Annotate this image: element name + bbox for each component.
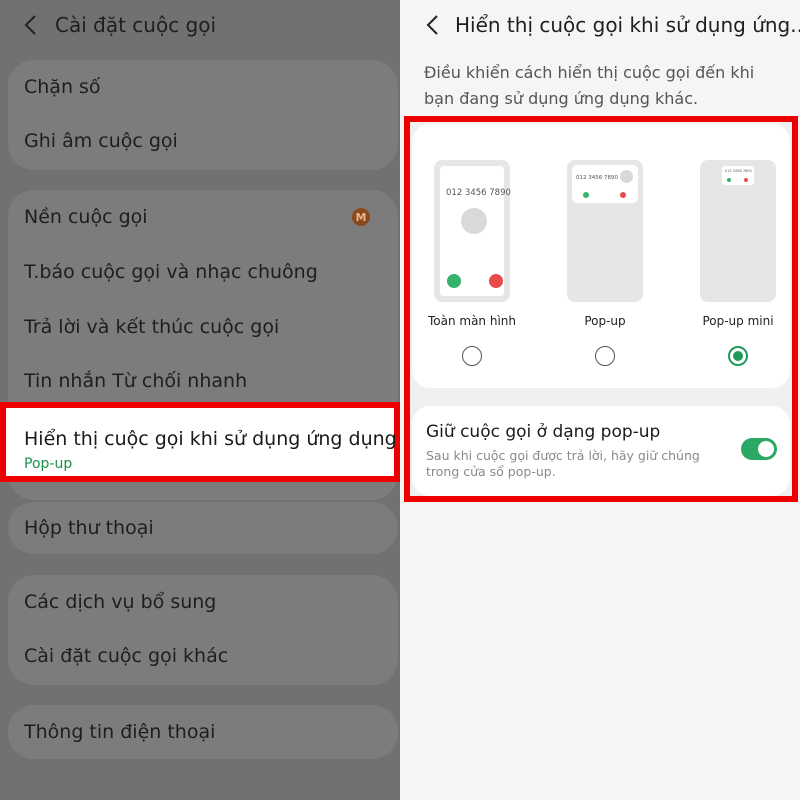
settings-item-ringtone[interactable]: T.báo cuộc gọi và nhạc chuông (24, 245, 382, 299)
caller-number: 012 3456 7890 (725, 169, 752, 173)
caller-number: 012 3456 7890 (576, 175, 618, 181)
right-header: Hiển thị cuộc gọi khi sử dụng ứng... (400, 0, 800, 52)
popup-mini-card: 012 3456 7890 (722, 166, 754, 185)
phone-screen: 012 3456 7890 (440, 166, 511, 296)
option-label-full-screen: Toàn màn hình (427, 314, 517, 328)
settings-item-answer-end[interactable]: Trả lời và kết thúc cuộc gọi (24, 300, 382, 354)
settings-item-call-recording[interactable]: Ghi âm cuộc gọi (24, 114, 382, 168)
left-header: Cài đặt cuộc gọi (0, 0, 400, 50)
display-options-card: 012 3456 7890 012 3456 7890 012 3456 789… (412, 124, 790, 388)
avatar (461, 208, 487, 234)
reject-call-icon (489, 274, 503, 288)
settings-group-1: Chặn số Ghi âm cuộc gọi (8, 60, 398, 170)
avatar (620, 170, 633, 183)
radio-full-screen[interactable] (462, 346, 482, 366)
back-arrow-icon[interactable] (22, 14, 40, 36)
popup-mini-preview[interactable]: 012 3456 7890 (700, 160, 776, 302)
settings-item-other-settings[interactable]: Cài đặt cuộc gọi khác (24, 629, 382, 683)
option-label-popup-mini: Pop-up mini (702, 314, 774, 328)
accept-call-icon (447, 274, 461, 288)
popup-card: 012 3456 7890 (572, 165, 638, 203)
radio-popup[interactable] (595, 346, 615, 366)
settings-item-call-display[interactable]: Hiển thị cuộc gọi khi sử dụng ứng dụng P… (0, 402, 400, 482)
call-display-pane: Hiển thị cuộc gọi khi sử dụng ứng... Điề… (400, 0, 800, 800)
settings-group-3: Hộp thư thoại (8, 502, 398, 554)
full-screen-preview[interactable]: 012 3456 7890 (434, 160, 511, 302)
settings-item-call-background[interactable]: Nền cuộc gọi M (24, 190, 382, 244)
accept-call-icon (583, 192, 589, 198)
highlight-frame: 012 3456 7890 012 3456 7890 012 3456 789… (404, 116, 798, 502)
settings-item-voicemail[interactable]: Hộp thư thoại (24, 502, 382, 554)
option-label-popup: Pop-up (584, 314, 626, 328)
keep-popup-setting[interactable]: Giữ cuộc gọi ở dạng pop-up Sau khi cuộc … (412, 406, 790, 496)
settings-item-value: Pop-up (24, 456, 73, 472)
setting-description: Sau khi cuộc gọi được trả lời, hãy giữ c… (426, 448, 700, 479)
page-title: Hiển thị cuộc gọi khi sử dụng ứng... (455, 13, 800, 37)
reject-call-icon (620, 192, 626, 198)
radio-popup-mini[interactable] (728, 346, 748, 366)
back-arrow-icon[interactable] (424, 14, 442, 36)
badge-icon: M (352, 208, 370, 226)
settings-item-label: Nền cuộc gọi (24, 206, 148, 228)
settings-item-supplementary[interactable]: Các dịch vụ bổ sung (24, 575, 382, 629)
settings-group-4: Các dịch vụ bổ sung Cài đặt cuộc gọi khá… (8, 575, 398, 685)
page-title: Cài đặt cuộc gọi (55, 13, 217, 37)
popup-preview[interactable]: 012 3456 7890 (567, 160, 643, 302)
settings-item-quick-decline[interactable]: Tin nhắn Từ chối nhanh (24, 354, 382, 408)
caller-number: 012 3456 7890 (446, 188, 511, 198)
call-settings-pane: Cài đặt cuộc gọi Chặn số Ghi âm cuộc gọi… (0, 0, 400, 800)
settings-item-label: Hiển thị cuộc gọi khi sử dụng ứng dụng (24, 428, 397, 450)
setting-title: Giữ cuộc gọi ở dạng pop-up (426, 422, 661, 442)
accept-call-icon (727, 178, 731, 182)
settings-group-5: Thông tin điện thoại (8, 705, 398, 759)
reject-call-icon (744, 178, 748, 182)
settings-item-phone-info[interactable]: Thông tin điện thoại (24, 705, 382, 759)
keep-popup-toggle[interactable] (741, 438, 777, 460)
settings-item-block-numbers[interactable]: Chặn số (24, 60, 382, 114)
page-description: Điều khiển cách hiển thị cuộc gọi đến kh… (424, 63, 755, 108)
toggle-knob (758, 441, 774, 457)
